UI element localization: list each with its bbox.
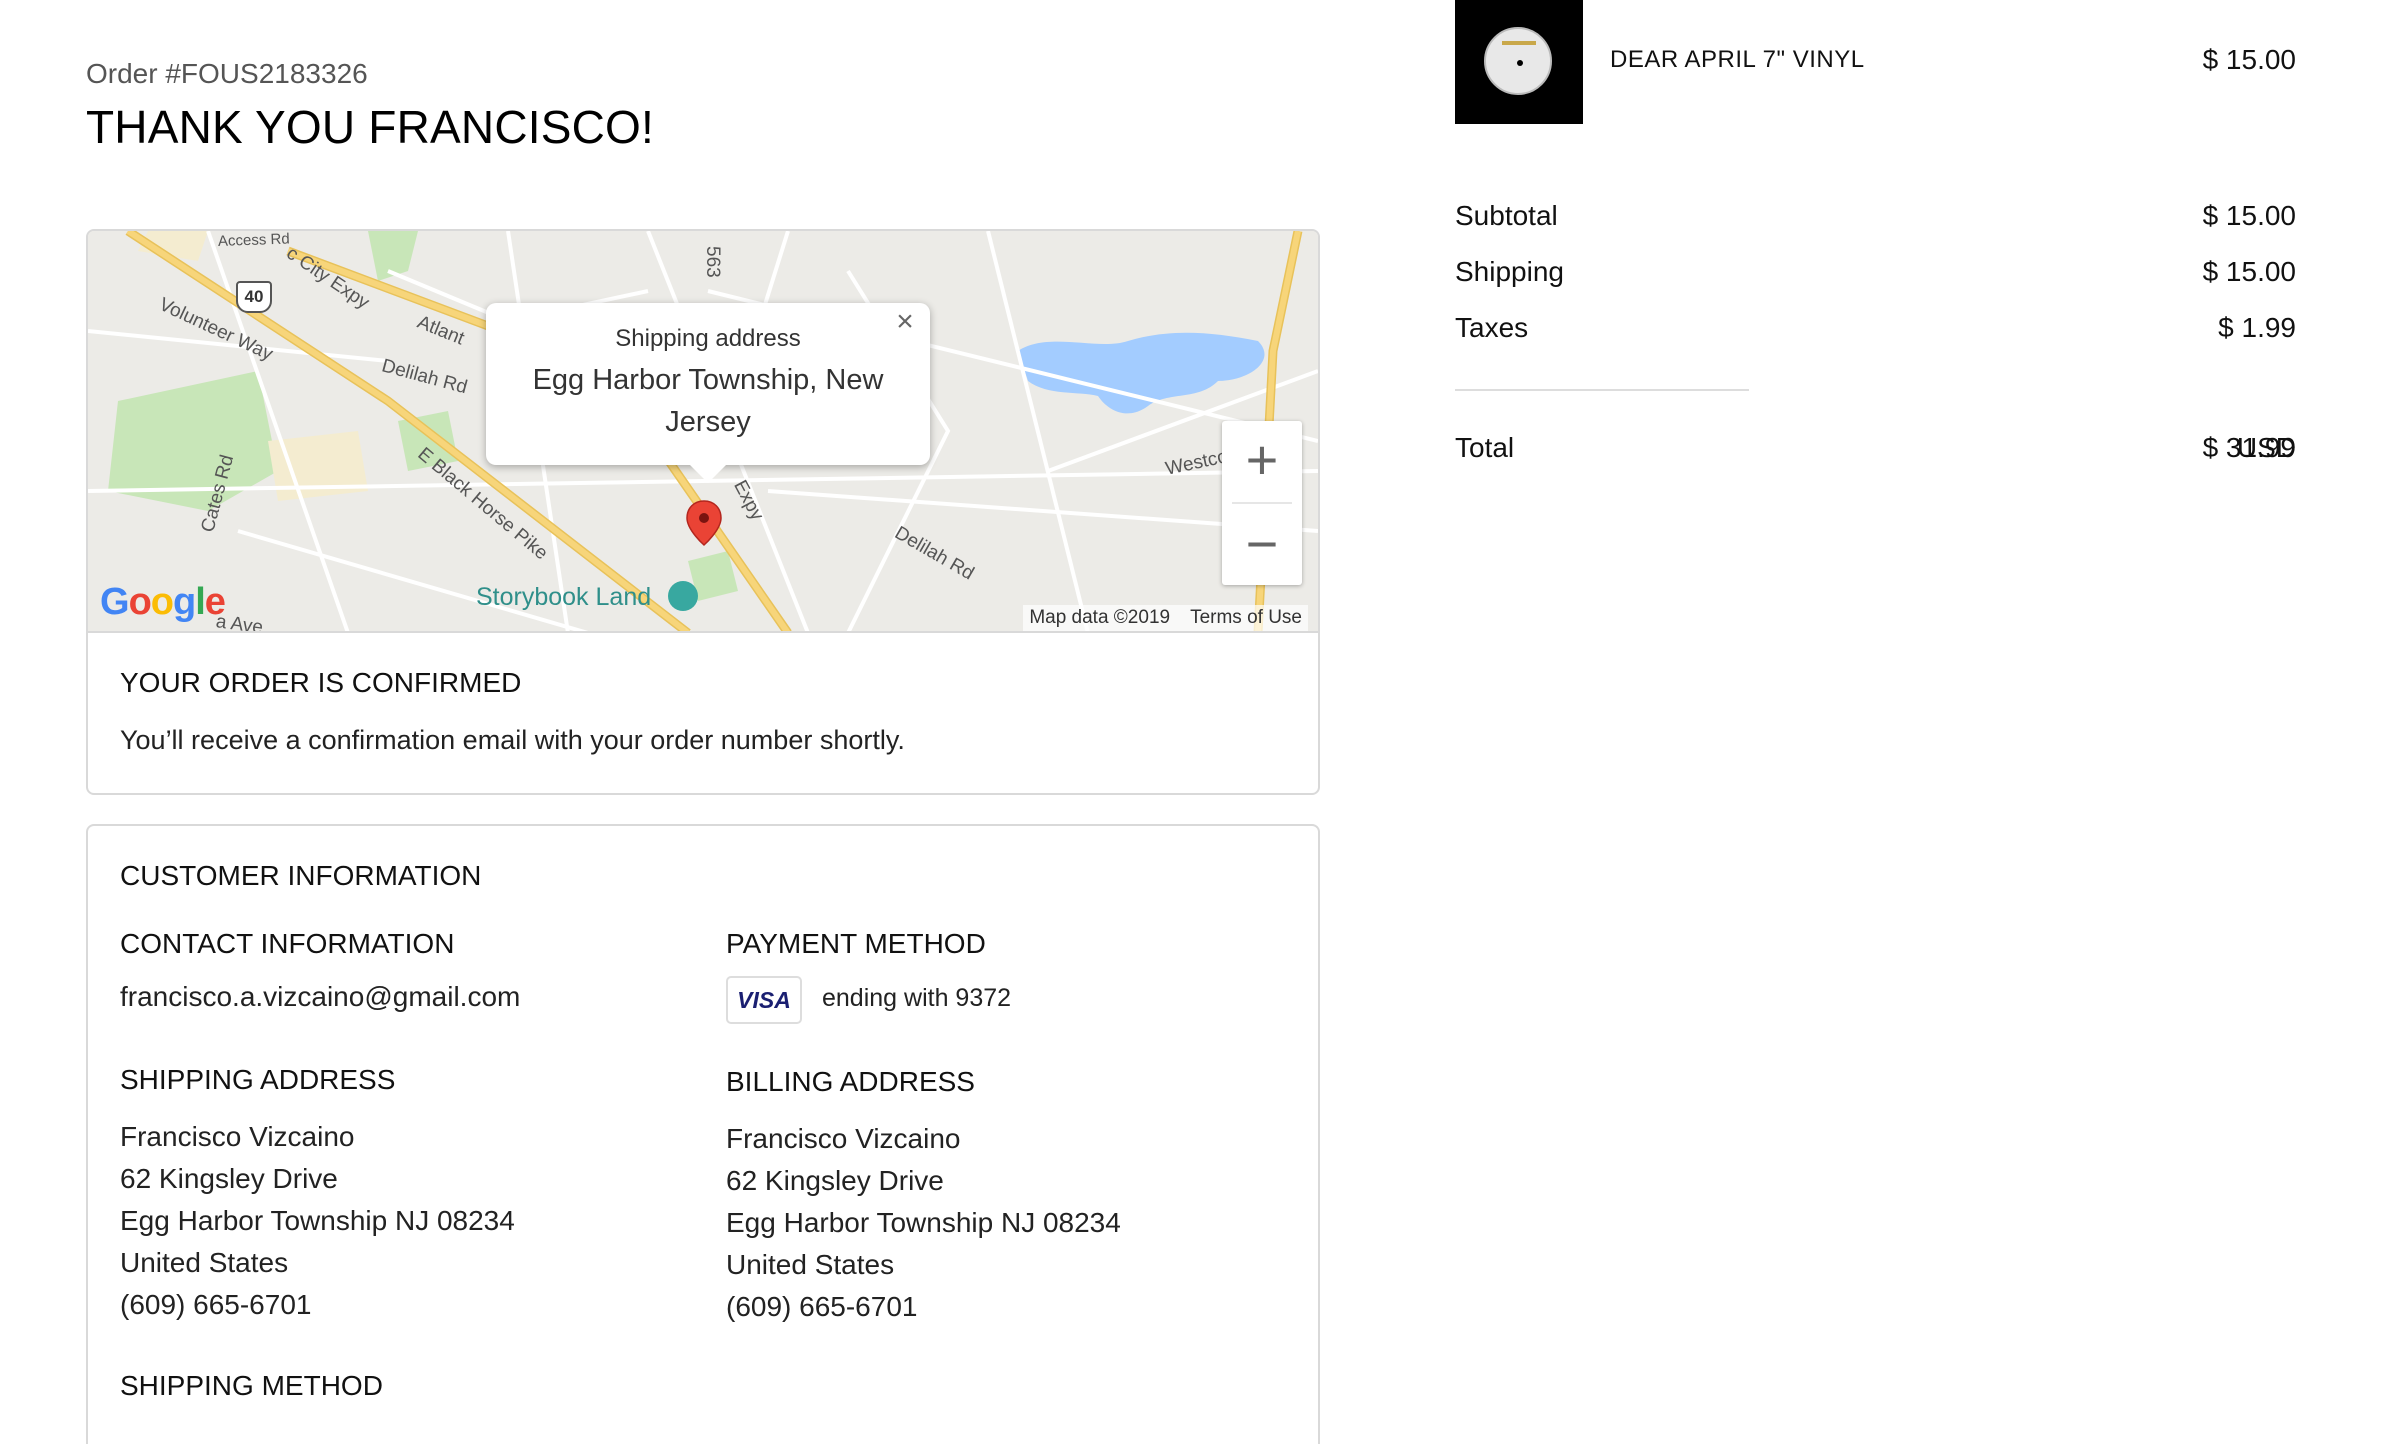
shipping-address-line: Egg Harbor Township NJ 08234 (120, 1205, 515, 1236)
shipping-label: Shipping (1455, 256, 1564, 287)
billing-address-line: (609) 665-6701 (726, 1291, 918, 1322)
confirmation-title: YOUR ORDER IS CONFIRMED (120, 667, 522, 698)
product-thumbnail (1455, 0, 1583, 124)
order-confirmation-card: c City Expy Atlant Volunteer Way Delilah… (86, 229, 1320, 795)
record-center-hole (1517, 60, 1523, 66)
google-logo-letter: o (150, 581, 174, 623)
map-label-route-563: 563 (702, 246, 723, 278)
billing-address: Francisco Vizcaino 62 Kingsley Drive Egg… (726, 1118, 1121, 1328)
terms-of-use-link[interactable]: Terms of Use (1190, 607, 1302, 628)
popup-place: Egg Harbor Township, New Jersey (532, 364, 884, 438)
product-price: $ 15.00 (2202, 44, 2296, 75)
billing-address-line: United States (726, 1249, 895, 1280)
google-logo-letter: G (100, 581, 130, 623)
map-label-access-rd: Access Rd (217, 231, 290, 250)
shipping-address-line: United States (120, 1247, 289, 1278)
map-data-label: Map data ©2019 (1029, 607, 1171, 628)
confirmation-section: YOUR ORDER IS CONFIRMED You’ll receive a… (120, 667, 905, 756)
order-number: Order #FOUS2183326 (86, 58, 368, 89)
shipping-method-title: SHIPPING METHOD (120, 1370, 383, 1401)
close-icon[interactable]: × (890, 307, 920, 337)
google-logo: Google (100, 581, 226, 624)
product-name: DEAR APRIL 7" VINYL (1610, 46, 1865, 73)
subtotal-label: Subtotal (1455, 200, 1558, 231)
amusement-park-icon (668, 581, 698, 611)
zoom-divider (1232, 502, 1292, 504)
map-attribution: Map data ©2019 Terms of Use (1023, 605, 1308, 631)
visa-card-icon: VISA (726, 976, 802, 1024)
shipping-value: $ 15.00 (2202, 256, 2296, 287)
taxes-label: Taxes (1455, 312, 1529, 343)
contact-info-title: CONTACT INFORMATION (120, 928, 455, 959)
total-value: $ 31.99 (2202, 432, 2296, 463)
shipping-map[interactable]: c City Expy Atlant Volunteer Way Delilah… (88, 231, 1318, 633)
shipping-address-line: (609) 665-6701 (120, 1289, 312, 1320)
shipping-address: Francisco Vizcaino 62 Kingsley Drive Egg… (120, 1116, 515, 1326)
card-ending: ending with 9372 (822, 984, 1012, 1012)
confirmation-text: You’ll receive a confirmation email with… (120, 725, 905, 755)
taxes-value: $ 1.99 (2218, 312, 2296, 343)
page-title: THANK YOU FRANCISCO! (86, 101, 654, 153)
billing-address-line: Francisco Vizcaino (726, 1123, 961, 1154)
google-logo-letter: o (128, 581, 152, 623)
total-label: Total (1455, 432, 1515, 463)
customer-info-title: CUSTOMER INFORMATION (120, 860, 482, 891)
google-logo-letter: e (204, 581, 226, 623)
zoom-in-button[interactable]: + (1222, 421, 1302, 501)
route-40-shield: 40 (236, 281, 272, 313)
zoom-out-button[interactable]: − (1222, 505, 1302, 585)
billing-address-title: BILLING ADDRESS (726, 1066, 975, 1097)
billing-address-line: 62 Kingsley Drive (726, 1165, 944, 1196)
map-label-storybook-land: Storybook Land (476, 583, 652, 611)
shipping-address-line: Francisco Vizcaino (120, 1121, 355, 1152)
google-logo-letter: l (195, 581, 206, 623)
popup-title: Shipping address (615, 325, 801, 352)
subtotal-value: $ 15.00 (2202, 200, 2296, 231)
google-logo-letter: g (173, 581, 196, 623)
shipping-address-popup: Shipping address Egg Harbor Township, Ne… (486, 303, 930, 483)
contact-email: francisco.a.vizcaino@gmail.com (120, 981, 521, 1012)
zoom-control: + − (1222, 421, 1302, 585)
shipping-address-line: 62 Kingsley Drive (120, 1163, 338, 1194)
record-label-stripe (1502, 41, 1536, 45)
map-pin-icon[interactable] (684, 499, 724, 547)
billing-address-line: Egg Harbor Township NJ 08234 (726, 1207, 1121, 1238)
vinyl-record-icon (1484, 27, 1552, 95)
summary-divider (1455, 389, 1749, 391)
customer-information-card: CUSTOMER INFORMATION CONTACT INFORMATION… (86, 824, 1320, 1444)
shipping-address-title: SHIPPING ADDRESS (120, 1064, 396, 1095)
payment-method-title: PAYMENT METHOD (726, 928, 986, 959)
